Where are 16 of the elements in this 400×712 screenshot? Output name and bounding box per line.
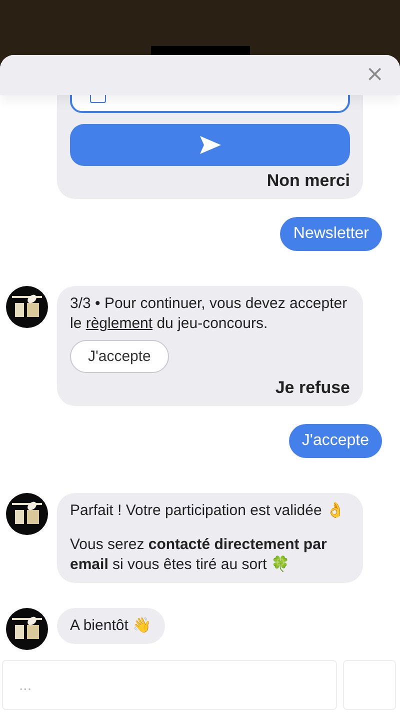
decline-button[interactable]: Non merci bbox=[266, 171, 350, 191]
message-text: A bientôt 👋 bbox=[70, 616, 152, 636]
send-icon bbox=[198, 133, 222, 157]
accept-button[interactable]: J'accepte bbox=[70, 340, 169, 373]
avatar-icon bbox=[6, 286, 48, 328]
message-text: 3/3 • Pour continuer, vous devez accepter le règlement du jeu-concours. bbox=[70, 294, 348, 334]
user-message: Newsletter bbox=[280, 217, 382, 251]
send-button[interactable] bbox=[70, 124, 350, 166]
avatar-icon bbox=[6, 608, 48, 650]
rules-link[interactable]: règlement bbox=[86, 315, 153, 332]
message-text: Parfait ! Votre participation est validée 👌 bbox=[70, 501, 346, 521]
avatar-icon bbox=[6, 493, 48, 535]
decline-button[interactable]: Je refuse bbox=[275, 378, 350, 398]
message-text: Vous serez contacté directement par email si vous êtes tiré au sort 🍀 bbox=[70, 535, 328, 575]
user-message: J'accepte bbox=[288, 424, 382, 458]
message-input[interactable]: ... bbox=[2, 660, 337, 710]
